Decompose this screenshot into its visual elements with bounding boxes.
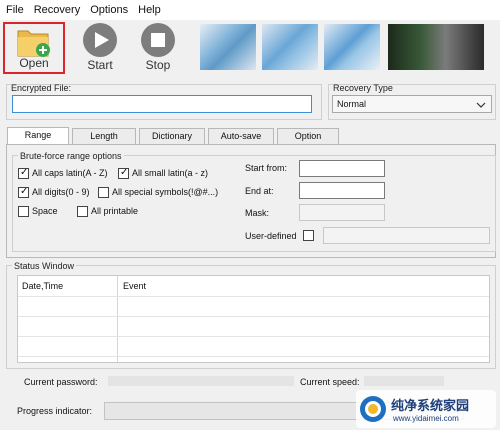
current-speed-value	[364, 376, 444, 386]
tab-option[interactable]: Option	[277, 128, 339, 144]
stop-icon	[141, 23, 175, 57]
toolbar: Open Start Stop	[0, 20, 500, 78]
special-symbols-checkbox[interactable]	[98, 187, 109, 198]
status-header-event: Event	[123, 281, 147, 291]
status-row-divider	[18, 296, 489, 297]
menu-help[interactable]: Help	[134, 4, 165, 16]
chevron-down-icon	[476, 102, 486, 108]
tab-length[interactable]: Length	[72, 128, 136, 144]
mask-label: Mask:	[245, 208, 270, 218]
menu-recovery[interactable]: Recovery	[30, 4, 84, 16]
status-header-datetime: Date,Time	[22, 281, 64, 291]
status-row-divider	[18, 356, 489, 357]
start-from-label: Start from:	[245, 163, 288, 173]
open-label: Open	[19, 56, 49, 70]
progress-indicator-label: Progress indicator:	[17, 406, 93, 416]
menu-options[interactable]: Options	[86, 4, 132, 16]
stop-label: Stop	[145, 58, 171, 72]
user-defined-label: User-defined	[245, 231, 297, 241]
user-defined-input[interactable]	[323, 227, 490, 244]
blurred-toolbar-button[interactable]	[388, 24, 484, 70]
watermark-url: www.yidaimei.com	[393, 414, 459, 423]
recovery-type-value: Normal	[337, 99, 367, 109]
watermark-logo: 纯净系统家园 www.yidaimei.com	[356, 390, 496, 428]
all-printable-checkbox[interactable]	[77, 206, 88, 217]
tab-range[interactable]: Range	[7, 127, 69, 145]
start-button[interactable]: Start	[72, 20, 128, 74]
tab-auto-save[interactable]: Auto-save	[208, 128, 274, 144]
current-password-label: Current password:	[24, 377, 98, 387]
recovery-type-label: Recovery Type	[333, 83, 393, 93]
start-label: Start	[87, 58, 113, 72]
menu-bar: File Recovery Options Help	[0, 0, 500, 20]
menu-file[interactable]: File	[2, 4, 28, 16]
digits-label: All digits(0 - 9)	[32, 187, 90, 197]
watermark-emblem-icon	[360, 396, 386, 422]
brute-force-group-title: Brute-force range options	[18, 151, 124, 161]
caps-latin-checkbox[interactable]	[18, 167, 29, 179]
all-printable-label: All printable	[91, 206, 139, 216]
encrypted-file-label: Encrypted File:	[11, 83, 72, 93]
current-speed-label: Current speed:	[300, 377, 360, 387]
small-latin-checkbox[interactable]	[118, 167, 129, 179]
blurred-toolbar-button[interactable]	[200, 24, 256, 70]
space-label: Space	[32, 206, 58, 216]
caps-latin-label: All caps latin(A - Z)	[32, 168, 108, 178]
encrypted-file-input[interactable]	[12, 95, 312, 113]
end-at-label: End at:	[245, 186, 274, 196]
current-password-value	[108, 376, 294, 386]
small-latin-label: All small latin(a - z)	[132, 168, 209, 178]
end-at-input[interactable]	[299, 182, 385, 199]
blurred-toolbar-button[interactable]	[262, 24, 318, 70]
folder-open-icon	[17, 30, 50, 57]
mask-input[interactable]	[299, 204, 385, 221]
play-icon	[83, 23, 117, 57]
open-button[interactable]: Open	[3, 22, 65, 74]
recovery-type-select[interactable]: Normal	[332, 95, 492, 113]
status-row-divider	[18, 336, 489, 337]
tab-dictionary[interactable]: Dictionary	[139, 128, 205, 144]
status-table[interactable]: Date,Time Event	[17, 275, 490, 363]
user-defined-checkbox[interactable]	[303, 230, 314, 241]
stop-button[interactable]: Stop	[130, 20, 186, 74]
status-window-title: Status Window	[12, 261, 77, 271]
space-checkbox[interactable]	[18, 206, 29, 217]
watermark-site: 纯净系统家园	[391, 398, 470, 413]
blurred-toolbar-button[interactable]	[324, 24, 380, 70]
status-row-divider	[18, 316, 489, 317]
digits-checkbox[interactable]	[18, 186, 29, 198]
start-from-input[interactable]	[299, 160, 385, 177]
special-symbols-label: All special symbols(!@#...)	[112, 187, 219, 197]
